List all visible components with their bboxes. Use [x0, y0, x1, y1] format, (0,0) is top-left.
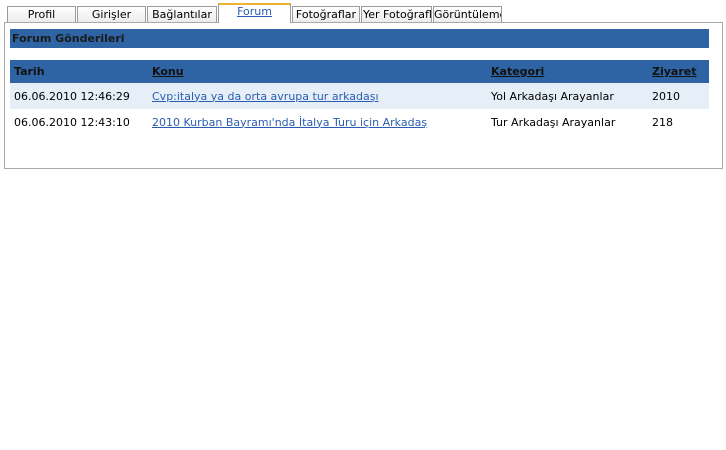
post-visits: 218 — [652, 115, 673, 129]
tab-profil[interactable]: Profil — [7, 6, 76, 22]
tab-bar: Profil Girişler Bağlantılar Forum Fotoğr… — [6, 3, 726, 23]
tab-goruntuleme[interactable]: Görüntüleme — [433, 6, 502, 22]
tab-forum[interactable]: Forum — [218, 3, 291, 23]
post-date: 06.06.2010 12:43:10 — [14, 115, 130, 129]
column-header-visits[interactable]: Ziyaret — [648, 60, 709, 83]
section-title: Forum Gönderileri — [10, 29, 709, 48]
column-header-date: Tarih — [10, 60, 148, 83]
forum-posts-table: Tarih Konu Kategori Ziyaret 06.06.2010 1… — [10, 60, 709, 135]
tab-girisler[interactable]: Girişler — [77, 6, 146, 22]
table-header-row: Tarih Konu Kategori Ziyaret — [10, 60, 709, 83]
post-category: Tur Arkadaşı Arayanlar — [491, 115, 616, 129]
tab-yer-fotograflari[interactable]: Yer Fotoğrafları — [361, 6, 432, 22]
tab-baglantilar[interactable]: Bağlantılar — [147, 6, 217, 22]
table-row: 06.06.2010 12:46:29 Cvp:italya ya da ort… — [10, 83, 709, 109]
post-topic-link[interactable]: 2010 Kurban Bayramı'nda İtalya Turu için… — [152, 116, 427, 129]
table-row: 06.06.2010 12:43:10 2010 Kurban Bayramı'… — [10, 109, 709, 135]
post-topic-link[interactable]: Cvp:italya ya da orta avrupa tur arkadaş… — [152, 90, 379, 103]
column-header-category[interactable]: Kategori — [487, 60, 648, 83]
post-visits: 2010 — [648, 83, 709, 109]
post-category: Yol Arkadaşı Arayanlar — [487, 83, 648, 109]
post-date: 06.06.2010 12:46:29 — [10, 83, 148, 109]
tab-fotograflar[interactable]: Fotoğraflar — [292, 6, 360, 22]
column-header-topic[interactable]: Konu — [148, 60, 487, 83]
